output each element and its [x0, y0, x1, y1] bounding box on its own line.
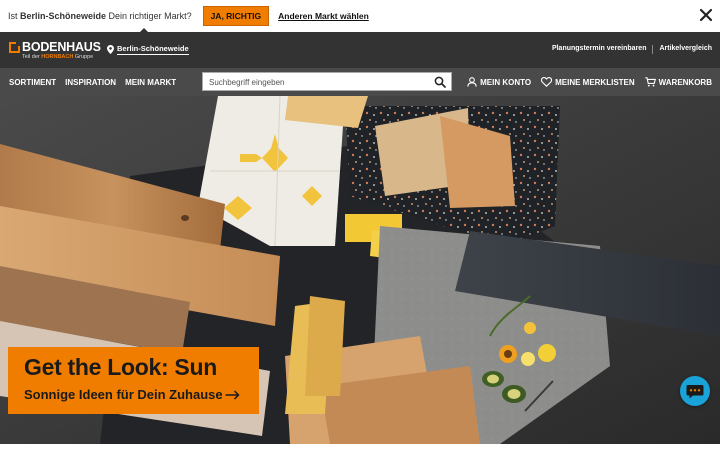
- nav-item-inspiration[interactable]: INSPIRATION: [65, 78, 116, 87]
- confirm-market-button[interactable]: JA, RICHTIG: [202, 6, 270, 26]
- heart-icon: [541, 77, 553, 87]
- product-comparison-link[interactable]: Artikelvergleich: [659, 45, 712, 54]
- arrow-right-icon: [225, 389, 240, 400]
- user-icon: [467, 77, 477, 87]
- logo-name: BODENHAUS: [22, 40, 101, 54]
- planning-appointment-link[interactable]: Planungstermin vereinbaren: [552, 45, 647, 54]
- search-icon[interactable]: [434, 76, 446, 88]
- location-pin-icon: [107, 45, 114, 54]
- market-location-label: Berlin-Schöneweide: [117, 44, 189, 55]
- market-location[interactable]: Berlin-Schöneweide: [107, 44, 189, 55]
- search-box: [202, 72, 452, 91]
- divider: [652, 45, 654, 54]
- choose-other-market-link[interactable]: Anderen Markt wählen: [278, 11, 369, 21]
- page-bottom-strip: [0, 444, 720, 450]
- promo-banner[interactable]: Get the Look: Sun Sonnige Ideen für Dein…: [8, 347, 259, 414]
- close-icon[interactable]: [699, 8, 713, 22]
- cart-icon: [644, 77, 656, 87]
- search-input[interactable]: [209, 76, 429, 88]
- cart-label: WARENKORB: [658, 77, 712, 87]
- nav-item-mein-markt[interactable]: MEIN MARKT: [125, 78, 176, 87]
- nav-item-sortiment[interactable]: SORTIMENT: [9, 78, 56, 87]
- cart-link[interactable]: WARENKORB: [644, 77, 712, 87]
- logo-subline: Teil der HORNBACH Gruppe: [22, 54, 94, 60]
- wishlist-label: MEINE MERKLISTEN: [555, 77, 635, 87]
- site-header: BODENHAUS Teil der HORNBACH Gruppe Berli…: [0, 32, 720, 68]
- promo-subtitle: Sonnige Ideen für Dein Zuhause: [24, 387, 240, 402]
- market-confirmation-bar: Ist Berlin-Schöneweide Dein richtiger Ma…: [0, 0, 720, 32]
- promo-title: Get the Look: Sun: [24, 354, 217, 380]
- wishlist-link[interactable]: MEINE MERKLISTEN: [541, 77, 635, 87]
- account-link[interactable]: MEIN KONTO: [467, 77, 531, 87]
- chat-button[interactable]: [680, 376, 710, 406]
- market-question: Ist Berlin-Schöneweide Dein richtiger Ma…: [8, 11, 192, 21]
- account-label: MEIN KONTO: [480, 77, 532, 87]
- header-links: Planungstermin vereinbaren Artikelvergle…: [552, 45, 712, 54]
- chat-icon: [686, 385, 704, 399]
- nav-user-actions: MEIN KONTO MEINE MERKLISTEN WARENKORB: [467, 77, 712, 87]
- logo-mark: [9, 41, 21, 53]
- nav-menu: SORTIMENT INSPIRATION MEIN MARKT: [9, 78, 176, 87]
- bodenhaus-logo[interactable]: BODENHAUS Teil der HORNBACH Gruppe: [9, 40, 101, 62]
